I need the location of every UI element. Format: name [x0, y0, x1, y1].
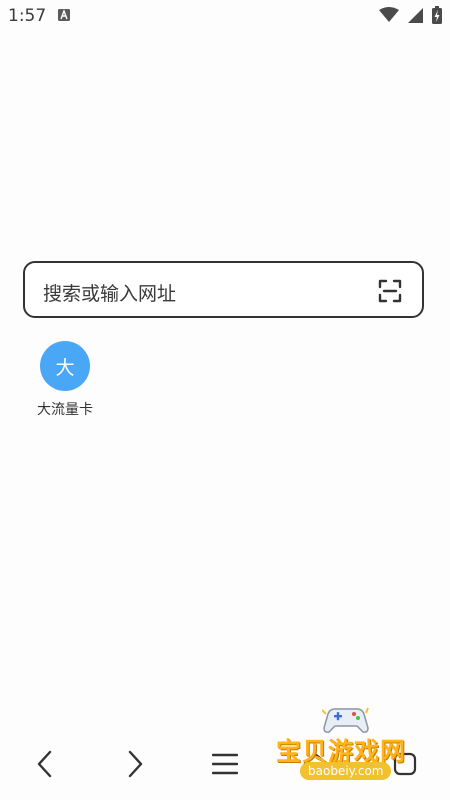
- signal-icon: [408, 7, 423, 23]
- wifi-icon: [379, 7, 399, 22]
- status-time: 1:57: [8, 6, 47, 26]
- scan-icon[interactable]: [378, 279, 402, 303]
- watermark-logo: 宝贝游戏网 baobeiy.com: [270, 706, 420, 792]
- shortcut-label: 大流量卡: [37, 402, 93, 418]
- back-icon: [37, 750, 52, 778]
- menu-button[interactable]: [205, 744, 245, 784]
- status-bar: 1:57: [0, 0, 450, 32]
- shortcut-avatar[interactable]: 大: [40, 341, 90, 391]
- shortcut-item[interactable]: 大 大流量卡: [28, 341, 102, 421]
- status-icons: [379, 6, 442, 24]
- back-button[interactable]: [25, 744, 65, 784]
- forward-icon: [128, 750, 143, 778]
- search-bar[interactable]: 搜索或输入网址: [23, 261, 424, 318]
- forward-button[interactable]: [115, 744, 155, 784]
- battery-charging-icon: [432, 6, 442, 24]
- menu-icon: [212, 753, 238, 775]
- watermark-url: baobeiy.com: [300, 762, 392, 780]
- a-icon: [58, 9, 70, 21]
- gamepad-icon: [322, 707, 369, 733]
- search-input[interactable]: 搜索或输入网址: [43, 279, 176, 306]
